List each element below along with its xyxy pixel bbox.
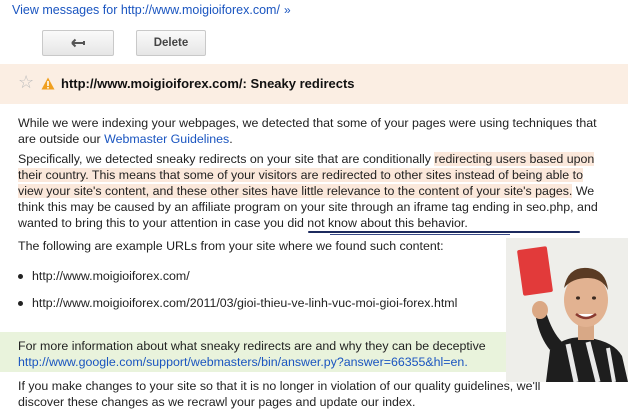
back-button[interactable] bbox=[42, 30, 114, 56]
intro-paragraph: While we were indexing your webpages, we… bbox=[18, 115, 608, 147]
intro-text-2: . bbox=[229, 132, 233, 146]
detail-text-1: Specifically, we detected sneaky redirec… bbox=[18, 152, 435, 166]
underlined-text: in case you did not know about this beha… bbox=[221, 216, 468, 230]
view-messages-link[interactable]: View messages for http://www.moigioifore… bbox=[12, 3, 291, 17]
closing-paragraph: If you make changes to your site so that… bbox=[18, 379, 541, 409]
help-article-link[interactable]: http://www.google.com/support/webmasters… bbox=[18, 355, 468, 369]
list-item: http://www.moigioiforex.com/ bbox=[18, 268, 457, 295]
delete-button[interactable]: Delete bbox=[136, 30, 206, 56]
person-holding-red-card-image bbox=[506, 238, 628, 382]
view-messages-text[interactable]: View messages for http://www.moigioifore… bbox=[12, 3, 280, 17]
webmaster-guidelines-link[interactable]: Webmaster Guidelines bbox=[104, 132, 229, 146]
example-url-list: http://www.moigioiforex.com/ http://www.… bbox=[18, 268, 457, 322]
pen-underline bbox=[308, 231, 580, 233]
list-item: http://www.moigioiforex.com/2011/03/gioi… bbox=[18, 295, 457, 322]
back-arrow-icon bbox=[71, 38, 85, 48]
chevron-right-icon: » bbox=[283, 3, 291, 17]
warning-icon bbox=[41, 77, 55, 90]
pen-underline-2 bbox=[330, 234, 510, 235]
referee-photo bbox=[506, 238, 628, 382]
message-title: http://www.moigioiforex.com/: Sneaky red… bbox=[61, 76, 355, 91]
star-icon[interactable]: ☆ bbox=[18, 72, 34, 93]
detail-paragraph: Specifically, we detected sneaky redirec… bbox=[18, 151, 608, 231]
